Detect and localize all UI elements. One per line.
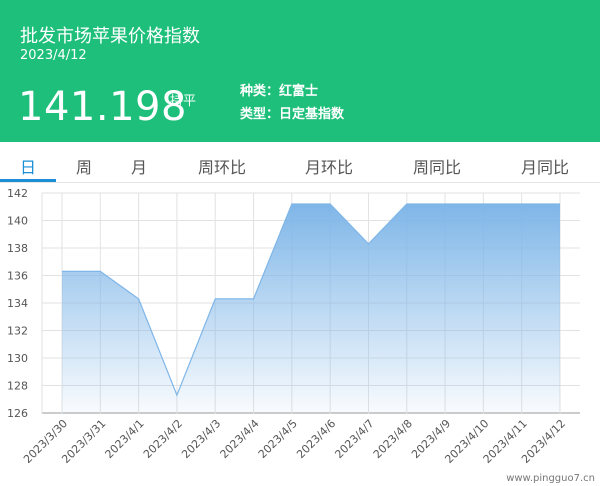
x-tick-label: 2023/4/6: [294, 417, 338, 461]
page-title: 批发市场苹果价格指数: [20, 26, 200, 47]
y-tick-label: 140: [7, 215, 28, 228]
x-tick-label: 2023/4/7: [332, 417, 376, 461]
index-date: 2023/4/12: [20, 48, 87, 63]
y-axis-ticks: 126 128 130 132 134 136 138 140 142: [7, 187, 28, 420]
tab-week[interactable]: 周: [76, 154, 92, 178]
y-tick-label: 126: [7, 407, 28, 420]
x-tick-label: 2023/4/2: [141, 417, 185, 461]
tab-week-on-week[interactable]: 周环比: [198, 154, 246, 178]
tab-month-year-on-year[interactable]: 月同比: [521, 154, 569, 178]
y-tick-label: 132: [7, 325, 28, 338]
variety-label: 种类：红富士: [240, 84, 319, 99]
tab-week-year-on-year[interactable]: 周同比: [413, 154, 461, 178]
index-value: 141.198: [18, 84, 187, 130]
tab-month[interactable]: 月: [131, 154, 147, 178]
trend-label: 持平: [170, 94, 197, 109]
price-index-chart: 126 128 130 132 134 136 138 140 142 2023/3/30202…: [7, 187, 595, 484]
y-tick-label: 136: [7, 270, 28, 283]
y-tick-label: 130: [7, 352, 28, 365]
period-tabs: 日 周 月 周环比 月环比 周同比 月同比: [0, 142, 600, 183]
active-tab-indicator: [0, 179, 56, 182]
x-tick-label: 2023/4/1: [103, 417, 147, 461]
x-tick-label: 2023/4/3: [179, 417, 223, 461]
x-tick-label: 2023/4/5: [256, 417, 300, 461]
tab-month-on-month[interactable]: 月环比: [305, 154, 353, 178]
x-axis-ticks: 2023/3/302023/3/312023/4/12023/4/22023/4…: [21, 417, 568, 466]
series-area: [62, 204, 560, 413]
x-tick-label: 2023/4/8: [371, 417, 415, 461]
y-tick-label: 142: [7, 187, 28, 200]
y-tick-label: 128: [7, 380, 28, 393]
x-tick-label: 2023/4/4: [218, 417, 262, 461]
type-label: 类型：日定基指数: [240, 107, 345, 122]
watermark: www.pingguo7.cn: [506, 473, 595, 484]
y-tick-label: 134: [7, 297, 28, 310]
y-tick-label: 138: [7, 242, 28, 255]
tab-day[interactable]: 日: [20, 154, 36, 178]
header-banner: 批发市场苹果价格指数 2023/4/12 141.198 持平 种类：红富士 类…: [0, 0, 600, 142]
